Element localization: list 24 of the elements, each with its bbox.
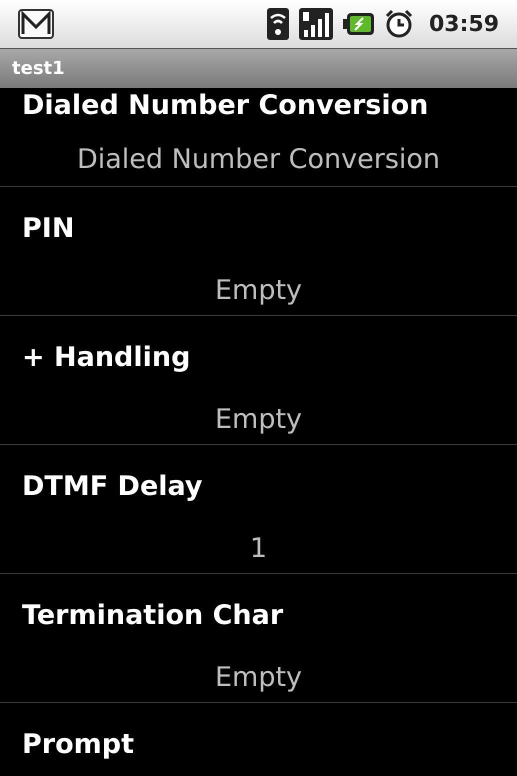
preference-item[interactable]: Termination Char Empty [0, 574, 517, 703]
preference-summary: Empty [214, 403, 304, 437]
preference-title: PIN [22, 212, 76, 246]
preference-item[interactable]: DTMF Delay 1 [0, 445, 517, 574]
preference-title: Dialed Number Conversion [22, 89, 430, 123]
preference-summary: 1 [248, 532, 268, 566]
wifi-icon [266, 8, 289, 40]
window-title: test1 [12, 57, 65, 81]
preference-summary: Dialed Number Conversion [76, 143, 442, 177]
preference-summary: Empty [214, 661, 304, 695]
preference-item[interactable]: Prompt [0, 703, 517, 776]
alarm-icon [384, 9, 413, 39]
preference-title: Termination Char [22, 599, 284, 633]
clock-time: 03:59 [428, 10, 499, 38]
preference-item[interactable]: PIN Empty [0, 187, 517, 316]
preference-item[interactable]: Dialed Number Conversion Dialed Number Conversion [0, 88, 517, 187]
preference-item[interactable]: + Handling Empty [0, 316, 517, 445]
preference-summary: Empty [214, 274, 304, 308]
preference-title: + Handling [22, 341, 192, 375]
battery-icon [342, 12, 375, 36]
signal-icon [298, 8, 333, 40]
mail-icon [18, 9, 54, 39]
preference-title: Prompt [22, 728, 136, 762]
preference-title: DTMF Delay [22, 470, 204, 504]
